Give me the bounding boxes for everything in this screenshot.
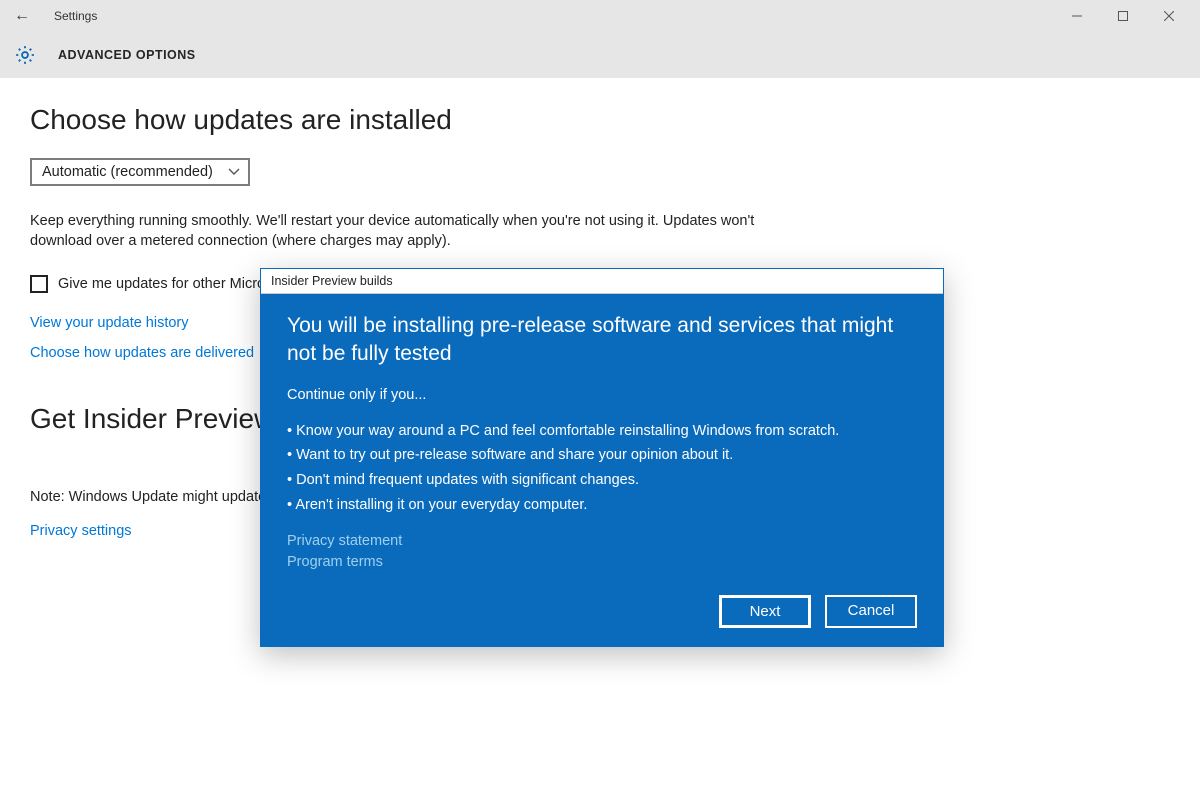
page-header: ADVANCED OPTIONS [0,32,1200,78]
link-updates-delivered[interactable]: Choose how updates are delivered [30,345,254,361]
dialog-bullet: Don't mind frequent updates with signifi… [287,468,917,493]
dialog-bullet: Aren't installing it on your everyday co… [287,493,917,518]
content-area: Choose how updates are installed Automat… [0,78,1200,539]
link-privacy-settings[interactable]: Privacy settings [30,523,132,539]
dialog-actions: Next Cancel [287,595,917,628]
update-description: Keep everything running smoothly. We'll … [30,212,790,251]
dialog-links: Privacy statement Program terms [287,531,917,573]
minimize-button[interactable] [1054,0,1100,32]
dialog-title: Insider Preview builds [261,269,943,294]
update-mode-dropdown[interactable]: Automatic (recommended) [30,158,250,186]
dialog-bullet-list: Know your way around a PC and feel comfo… [287,419,917,518]
back-arrow-icon[interactable]: ← [14,7,38,25]
section-heading-updates: Choose how updates are installed [30,104,1200,136]
next-button[interactable]: Next [719,595,811,628]
gear-icon [14,44,36,66]
cancel-button[interactable]: Cancel [825,595,917,628]
close-button[interactable] [1146,0,1192,32]
dialog-heading: You will be installing pre-release softw… [287,312,917,369]
checkbox-icon[interactable] [30,275,48,293]
dropdown-selected-label: Automatic (recommended) [42,164,213,180]
dialog-bullet: Want to try out pre-release software and… [287,443,917,468]
chevron-down-icon [228,165,240,179]
page-title: ADVANCED OPTIONS [58,48,196,62]
window-title: Settings [54,9,97,23]
dialog-bullet: Know your way around a PC and feel comfo… [287,419,917,444]
maximize-button[interactable] [1100,0,1146,32]
window-titlebar: ← Settings [0,0,1200,32]
link-update-history[interactable]: View your update history [30,315,189,331]
link-privacy-statement[interactable]: Privacy statement [287,531,402,552]
dialog-subheading: Continue only if you... [287,387,917,403]
insider-preview-dialog: Insider Preview builds You will be insta… [260,268,944,647]
link-program-terms[interactable]: Program terms [287,552,383,573]
